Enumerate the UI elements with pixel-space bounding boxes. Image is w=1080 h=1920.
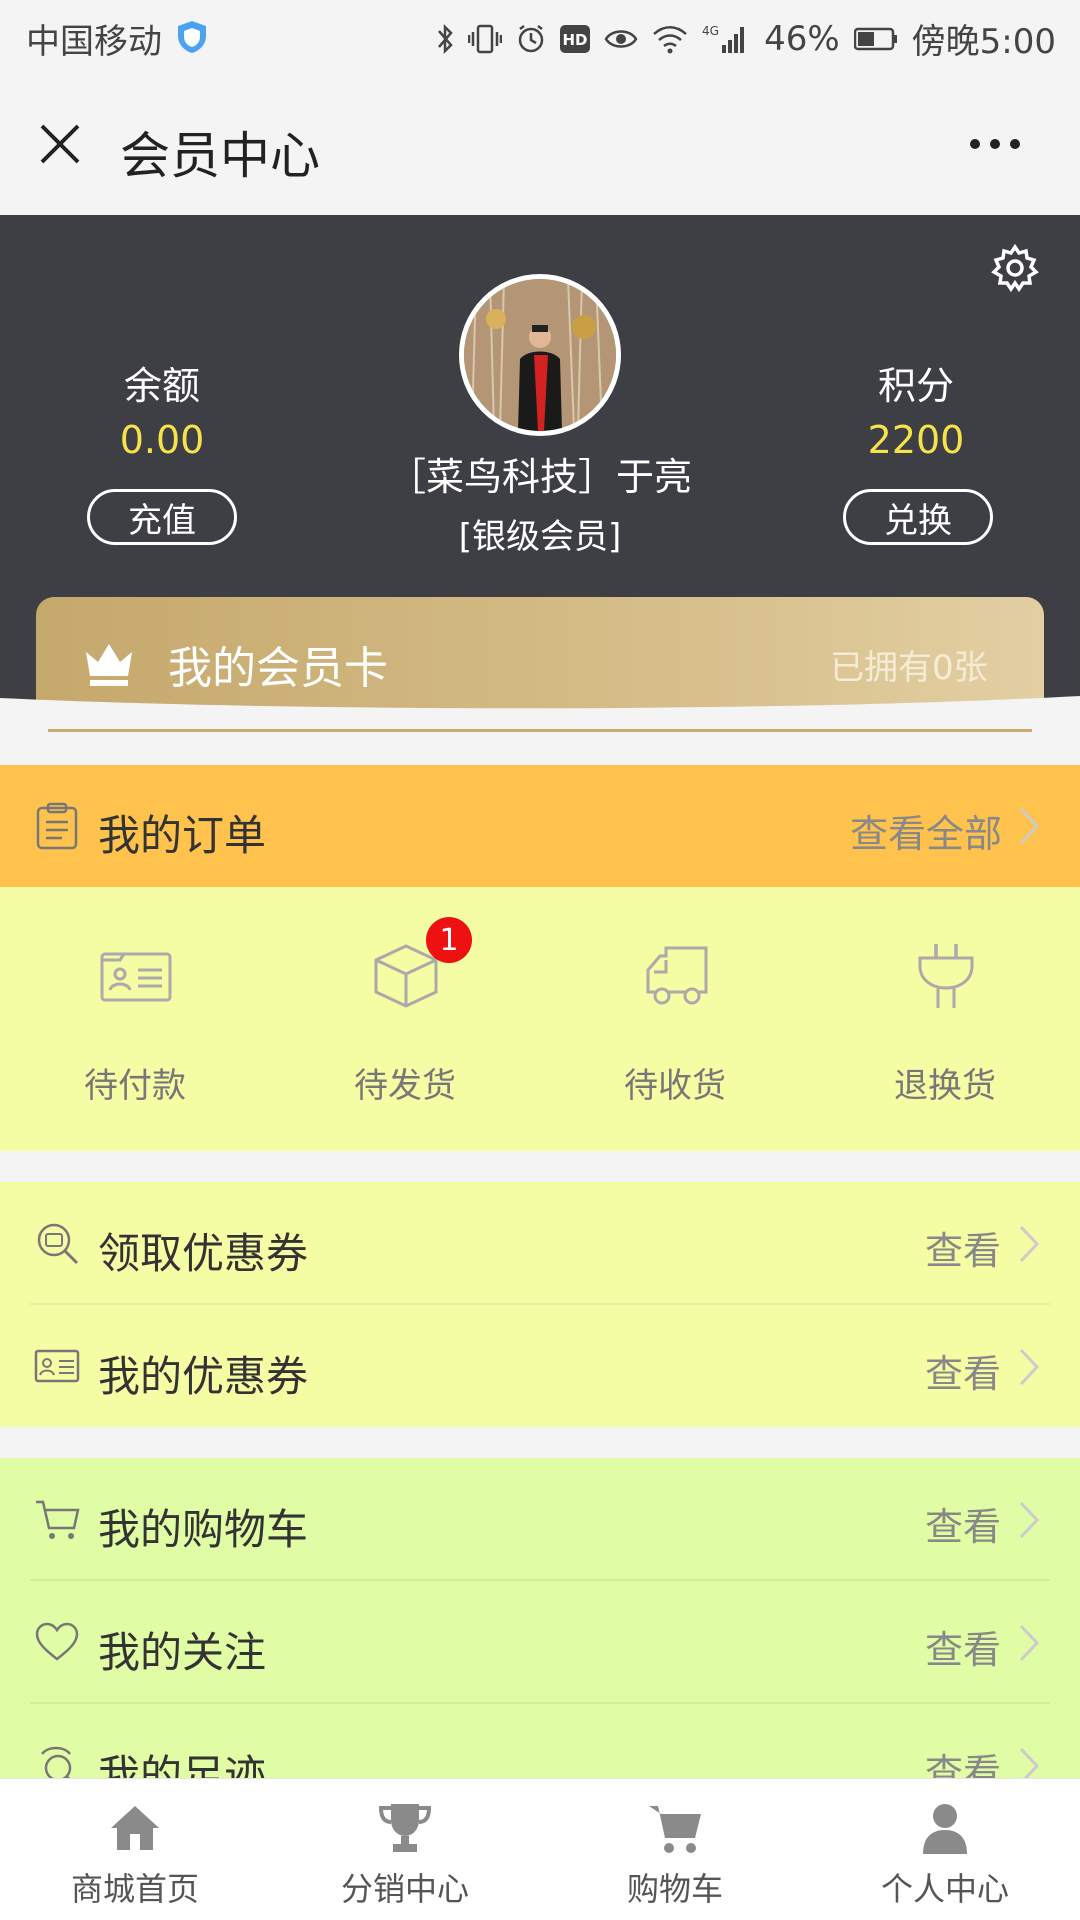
- row-view-link[interactable]: 查看: [925, 1220, 1001, 1275]
- nav-label: 商城首页: [70, 1870, 199, 1908]
- crown-icon: [82, 638, 136, 688]
- avatar-photo: [464, 279, 616, 431]
- orders-title: 我的订单: [98, 811, 267, 860]
- trophy-icon: [378, 1804, 432, 1852]
- card-wave-divider: [0, 696, 1080, 734]
- nav-label: 购物车: [626, 1870, 723, 1908]
- my-cart-row[interactable]: 我的购物车 查看: [0, 1458, 1080, 1580]
- row-view-link[interactable]: 查看: [925, 1619, 1001, 1674]
- battery-icon: [853, 27, 898, 51]
- eye-icon: [604, 26, 638, 52]
- wifi-icon: [652, 24, 688, 54]
- status-return-exchange[interactable]: 退换货: [810, 920, 1080, 1120]
- battery-percent: 46%: [764, 18, 840, 59]
- row-label: 我的优惠券: [98, 1352, 309, 1401]
- chevron-right-icon: [1019, 1348, 1040, 1386]
- row-view-link[interactable]: 查看: [925, 1496, 1001, 1551]
- home-icon: [111, 1806, 159, 1850]
- orders-view-all[interactable]: 查看全部: [850, 803, 1002, 858]
- chevron-right-icon: [1019, 807, 1040, 845]
- coupon-search-icon: [37, 1223, 79, 1265]
- member-card-count: 已拥有0张: [830, 648, 988, 688]
- hd-icon: HD: [560, 24, 591, 53]
- bluetooth-icon: [436, 23, 454, 55]
- heart-icon: [35, 1622, 79, 1661]
- exchange-button[interactable]: 兑换: [843, 489, 993, 545]
- chevron-right-icon: [1019, 1225, 1040, 1263]
- member-card-title: 我的会员卡: [168, 643, 388, 694]
- person-icon: [923, 1804, 967, 1854]
- carrier-name: 中国移动: [26, 22, 162, 62]
- status-pending-shipment[interactable]: 待发货: [270, 920, 540, 1120]
- svg-text:HD: HD: [563, 31, 588, 49]
- my-favorites-row[interactable]: 我的关注 查看: [0, 1581, 1080, 1703]
- member-level: [银级会员]: [458, 517, 622, 557]
- close-icon: [40, 124, 80, 164]
- status-label: 待收货: [624, 1066, 726, 1106]
- card-divider: [48, 729, 1032, 732]
- get-coupons-row[interactable]: 领取优惠券 查看: [0, 1182, 1080, 1304]
- status-label: 待付款: [84, 1066, 186, 1106]
- nav-label: 分销中心: [340, 1870, 469, 1908]
- status-label: 待发货: [354, 1066, 456, 1106]
- alarm-icon: [516, 23, 546, 55]
- cart-icon: [649, 1806, 701, 1853]
- balance-label: 余额: [123, 364, 200, 408]
- shopping-section: 我的购物车 查看 我的关注 查看 我的足迹 查看: [0, 1458, 1080, 1800]
- signal-icon: 4G: [702, 23, 750, 55]
- status-icons: HD 4G 46% 傍晚5:00: [436, 14, 1056, 63]
- row-label: 我的购物车: [98, 1505, 309, 1554]
- notification-badge: 1: [426, 917, 472, 963]
- gear-icon: [991, 243, 1039, 293]
- row-label: 我的关注: [98, 1628, 267, 1677]
- coupon-card-icon: [34, 1349, 80, 1383]
- chevron-right-icon: [1019, 1624, 1040, 1662]
- truck-icon: [646, 946, 708, 1005]
- shield-icon: [176, 20, 208, 54]
- member-name: ［菜鸟科技］于亮: [387, 455, 692, 499]
- more-options-button[interactable]: [960, 124, 1030, 164]
- status-label: 退换货: [894, 1066, 996, 1106]
- status-pending-payment[interactable]: 待付款: [0, 920, 270, 1120]
- plug-icon: [918, 944, 974, 1008]
- my-coupons-row[interactable]: 我的优惠券 查看: [0, 1305, 1080, 1427]
- vibrate-icon: [468, 23, 503, 55]
- avatar[interactable]: [459, 274, 621, 436]
- page-title: 会员中心: [120, 127, 320, 185]
- status-pending-receipt[interactable]: 待收货: [540, 920, 810, 1120]
- nav-distribution[interactable]: 分销中心: [270, 1778, 540, 1920]
- recharge-button[interactable]: 充值: [87, 489, 237, 545]
- close-button[interactable]: [30, 114, 90, 174]
- nav-cart[interactable]: 购物车: [540, 1778, 810, 1920]
- nav-label: 个人中心: [880, 1870, 1009, 1908]
- nav-profile[interactable]: 个人中心: [810, 1778, 1080, 1920]
- cart-icon: [36, 1500, 80, 1539]
- points-label: 积分: [877, 364, 954, 408]
- svg-text:4G: 4G: [702, 24, 719, 38]
- coupon-section: 领取优惠券 查看 我的优惠券 查看: [0, 1182, 1080, 1427]
- settings-button[interactable]: [990, 243, 1040, 293]
- chevron-right-icon: [1019, 1501, 1040, 1539]
- row-view-link[interactable]: 查看: [925, 1343, 1001, 1398]
- clock-time: 傍晚5:00: [911, 22, 1056, 62]
- card-icon: [100, 952, 172, 1002]
- points-value: 2200: [867, 418, 965, 462]
- nav-home[interactable]: 商城首页: [0, 1778, 270, 1920]
- balance-value: 0.00: [119, 418, 205, 462]
- row-label: 领取优惠券: [98, 1229, 309, 1278]
- clipboard-icon: [34, 802, 80, 850]
